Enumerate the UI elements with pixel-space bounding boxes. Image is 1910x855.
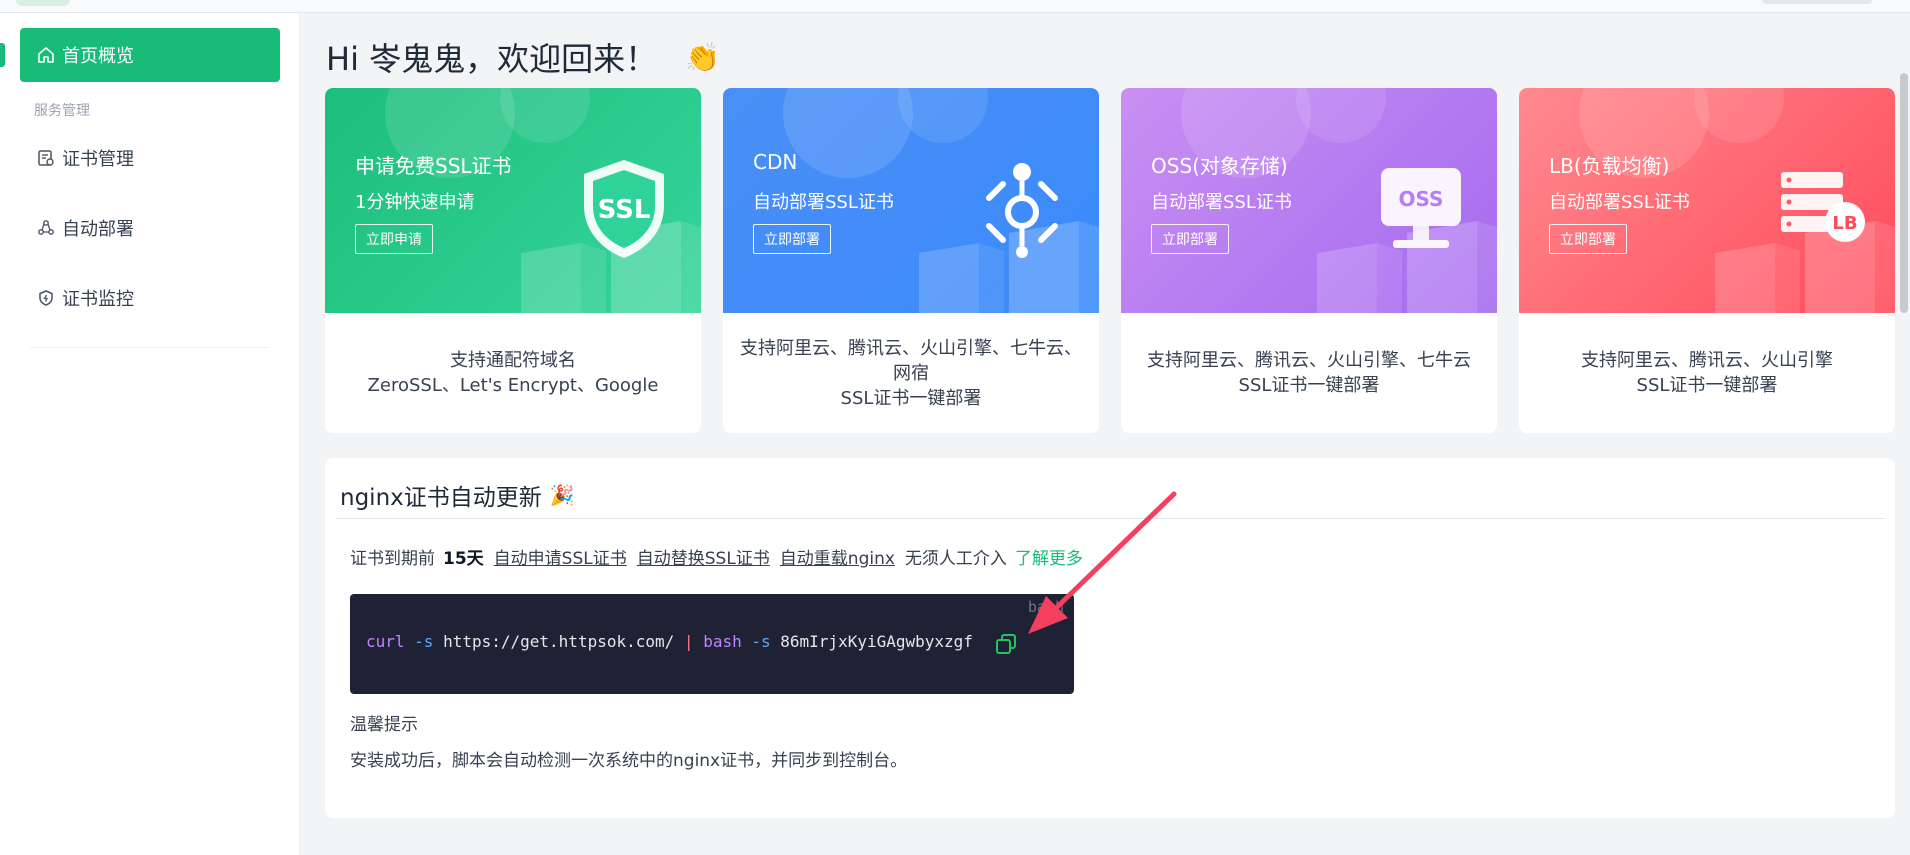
card-banner: OSS OSS(对象存储) 自动部署SSL证书 立即部署 bbox=[1121, 88, 1497, 313]
code-token-url: https://get.httpsok.com/ bbox=[443, 632, 675, 651]
code-token-pipe: | bbox=[683, 632, 694, 651]
code-token-key: 86mIrjxKyiGAgwbyxzgf bbox=[780, 632, 973, 651]
shield-icon bbox=[36, 288, 56, 308]
card-description: 支持通配符域名 ZeroSSL、Let's Encrypt、Google bbox=[325, 313, 701, 433]
deploy-icon bbox=[36, 218, 56, 238]
install-command[interactable]: curl -s https://get.httpsok.com/ | bash … bbox=[366, 632, 973, 651]
card-desc-line: 支持阿里云、腾讯云、火山引擎 bbox=[1581, 350, 1833, 371]
code-token-flag: -s bbox=[414, 632, 434, 651]
oss-illus-label: OSS bbox=[1399, 187, 1444, 211]
card-subtitle: 1分钟快速申请 bbox=[355, 192, 475, 213]
card-desc-line: 网宿 bbox=[893, 362, 929, 384]
sidebar-item-label: 首页概览 bbox=[62, 46, 134, 67]
deploy-now-button[interactable]: 立即部署 bbox=[753, 224, 831, 254]
step-auto-apply: 自动申请SSL证书 bbox=[493, 549, 627, 569]
party-popper-icon: 🎉 bbox=[549, 483, 575, 507]
card-desc-line: SSL证书一键部署 bbox=[1636, 375, 1778, 396]
sidebar-item-certificates[interactable]: 证书管理 bbox=[20, 131, 280, 185]
lb-illus-label: LB bbox=[1832, 213, 1857, 234]
home-icon bbox=[36, 45, 56, 65]
panel-title: nginx证书自动更新 🎉 bbox=[340, 478, 575, 512]
card-subtitle: 自动部署SSL证书 bbox=[753, 192, 894, 213]
panel-title-text: nginx证书自动更新 bbox=[340, 485, 542, 511]
tip-body: 安装成功后，脚本会自动检测一次系统中的nginx证书，并同步到控制台。 bbox=[350, 751, 908, 771]
sidebar-item-label: 证书监控 bbox=[62, 289, 134, 310]
card-free-ssl[interactable]: SSL 申请免费SSL证书 1分钟快速申请 立即申请 支持通配符域名 ZeroS… bbox=[325, 88, 701, 433]
card-description: 支持阿里云、腾讯云、火山引擎 SSL证书一键部署 bbox=[1519, 313, 1895, 433]
apply-now-button[interactable]: 立即申请 bbox=[355, 224, 433, 254]
oss-monitor-icon: OSS bbox=[1381, 168, 1461, 248]
card-description: 支持阿里云、腾讯云、火山引擎、七牛云 SSL证书一键部署 bbox=[1121, 313, 1497, 433]
card-title: LB(负载均衡) bbox=[1549, 154, 1670, 178]
scrollbar-thumb[interactable] bbox=[1900, 73, 1908, 313]
clap-emoji-icon: 👏 bbox=[685, 40, 721, 74]
sidebar-item-monitor[interactable]: 证书监控 bbox=[20, 271, 280, 325]
sidebar-item-label: 证书管理 bbox=[62, 149, 134, 170]
step-auto-reload: 自动重载nginx bbox=[779, 549, 895, 569]
deploy-now-button[interactable]: 立即部署 bbox=[1151, 224, 1229, 254]
user-menu[interactable] bbox=[1762, 0, 1872, 4]
panel-divider bbox=[335, 518, 1885, 519]
cdn-network-icon bbox=[986, 163, 1058, 258]
nginx-auto-renew-panel: nginx证书自动更新 🎉 证书到期前 15天 自动申请SSL证书 自动替换SS… bbox=[325, 458, 1895, 818]
card-banner: LB LB(负载均衡) 自动部署SSL证书 立即部署 bbox=[1519, 88, 1895, 313]
learn-more-link[interactable]: 了解更多 bbox=[1015, 544, 1083, 569]
install-command-block: bash curl -s https://get.httpsok.com/ | … bbox=[350, 594, 1074, 694]
card-desc-line: 支持阿里云、腾讯云、火山引擎、七牛云、 bbox=[740, 337, 1082, 359]
code-language-label: bash bbox=[1027, 598, 1064, 616]
card-lb[interactable]: LB LB(负载均衡) 自动部署SSL证书 立即部署 支持阿里云、腾讯云、火山引… bbox=[1519, 88, 1895, 433]
renew-info-line: 证书到期前 15天 自动申请SSL证书 自动替换SSL证书 自动重载nginx … bbox=[350, 544, 1083, 569]
step-auto-replace: 自动替换SSL证书 bbox=[636, 549, 770, 569]
renew-days: 15天 bbox=[443, 549, 484, 569]
certificate-icon bbox=[36, 148, 56, 168]
card-description: 支持阿里云、腾讯云、火山引擎、七牛云、 网宿 SSL证书一键部署 bbox=[723, 313, 1099, 433]
sidebar-item-label: 自动部署 bbox=[62, 219, 134, 240]
card-banner: CDN 自动部署SSL证书 立即部署 bbox=[723, 88, 1099, 313]
card-title: OSS(对象存储) bbox=[1151, 154, 1288, 178]
card-title: 申请免费SSL证书 bbox=[355, 154, 512, 178]
tip-title: 温馨提示 bbox=[350, 715, 418, 735]
lb-server-icon: LB bbox=[1781, 172, 1865, 242]
scrollbar[interactable] bbox=[1898, 13, 1910, 855]
card-banner: SSL 申请免费SSL证书 1分钟快速申请 立即申请 bbox=[325, 88, 701, 313]
ssl-illus-label: SSL bbox=[598, 195, 651, 225]
copy-icon[interactable] bbox=[994, 632, 1018, 656]
card-desc-line: 支持阿里云、腾讯云、火山引擎、七牛云 bbox=[1147, 350, 1471, 371]
card-subtitle: 自动部署SSL证书 bbox=[1549, 192, 1690, 213]
info-prefix: 证书到期前 bbox=[350, 549, 435, 569]
logo[interactable] bbox=[16, 0, 70, 6]
greeting-text: Hi 岺鬼鬼，欢迎回来！ bbox=[326, 40, 658, 78]
card-desc-line: ZeroSSL、Let's Encrypt、Google bbox=[367, 375, 659, 396]
card-oss[interactable]: OSS OSS(对象存储) 自动部署SSL证书 立即部署 支持阿里云、腾讯云、火… bbox=[1121, 88, 1497, 433]
page-title: Hi 岺鬼鬼，欢迎回来！ 👏 bbox=[326, 34, 720, 80]
code-token-flag2: -s bbox=[751, 632, 771, 651]
top-header-strip bbox=[0, 0, 1910, 13]
ssl-shield-icon: SSL bbox=[584, 160, 664, 258]
sidebar-item-home[interactable]: 首页概览 bbox=[20, 28, 280, 82]
card-title: CDN bbox=[753, 150, 798, 174]
sidebar-divider bbox=[30, 347, 270, 348]
card-desc-line: 支持通配符域名 bbox=[450, 350, 576, 371]
sidebar-item-auto-deploy[interactable]: 自动部署 bbox=[20, 201, 280, 255]
deploy-now-button[interactable]: 立即部署 bbox=[1549, 224, 1627, 254]
code-token-cmd: curl bbox=[366, 632, 405, 651]
card-cdn[interactable]: CDN 自动部署SSL证书 立即部署 支持阿里云、腾讯云、火山引擎、七牛云、 网… bbox=[723, 88, 1099, 433]
card-desc-line: SSL证书一键部署 bbox=[840, 387, 982, 409]
sidebar: 首页概览 服务管理 证书管理 自动部署 证书监控 bbox=[0, 13, 300, 855]
card-desc-line: SSL证书一键部署 bbox=[1238, 375, 1380, 396]
sidebar-section-label: 服务管理 bbox=[34, 103, 90, 119]
info-suffix: 无须人工介入 bbox=[904, 549, 1007, 569]
card-subtitle: 自动部署SSL证书 bbox=[1151, 192, 1292, 213]
code-token-cmd2: bash bbox=[703, 632, 742, 651]
active-nav-marker bbox=[0, 43, 5, 67]
